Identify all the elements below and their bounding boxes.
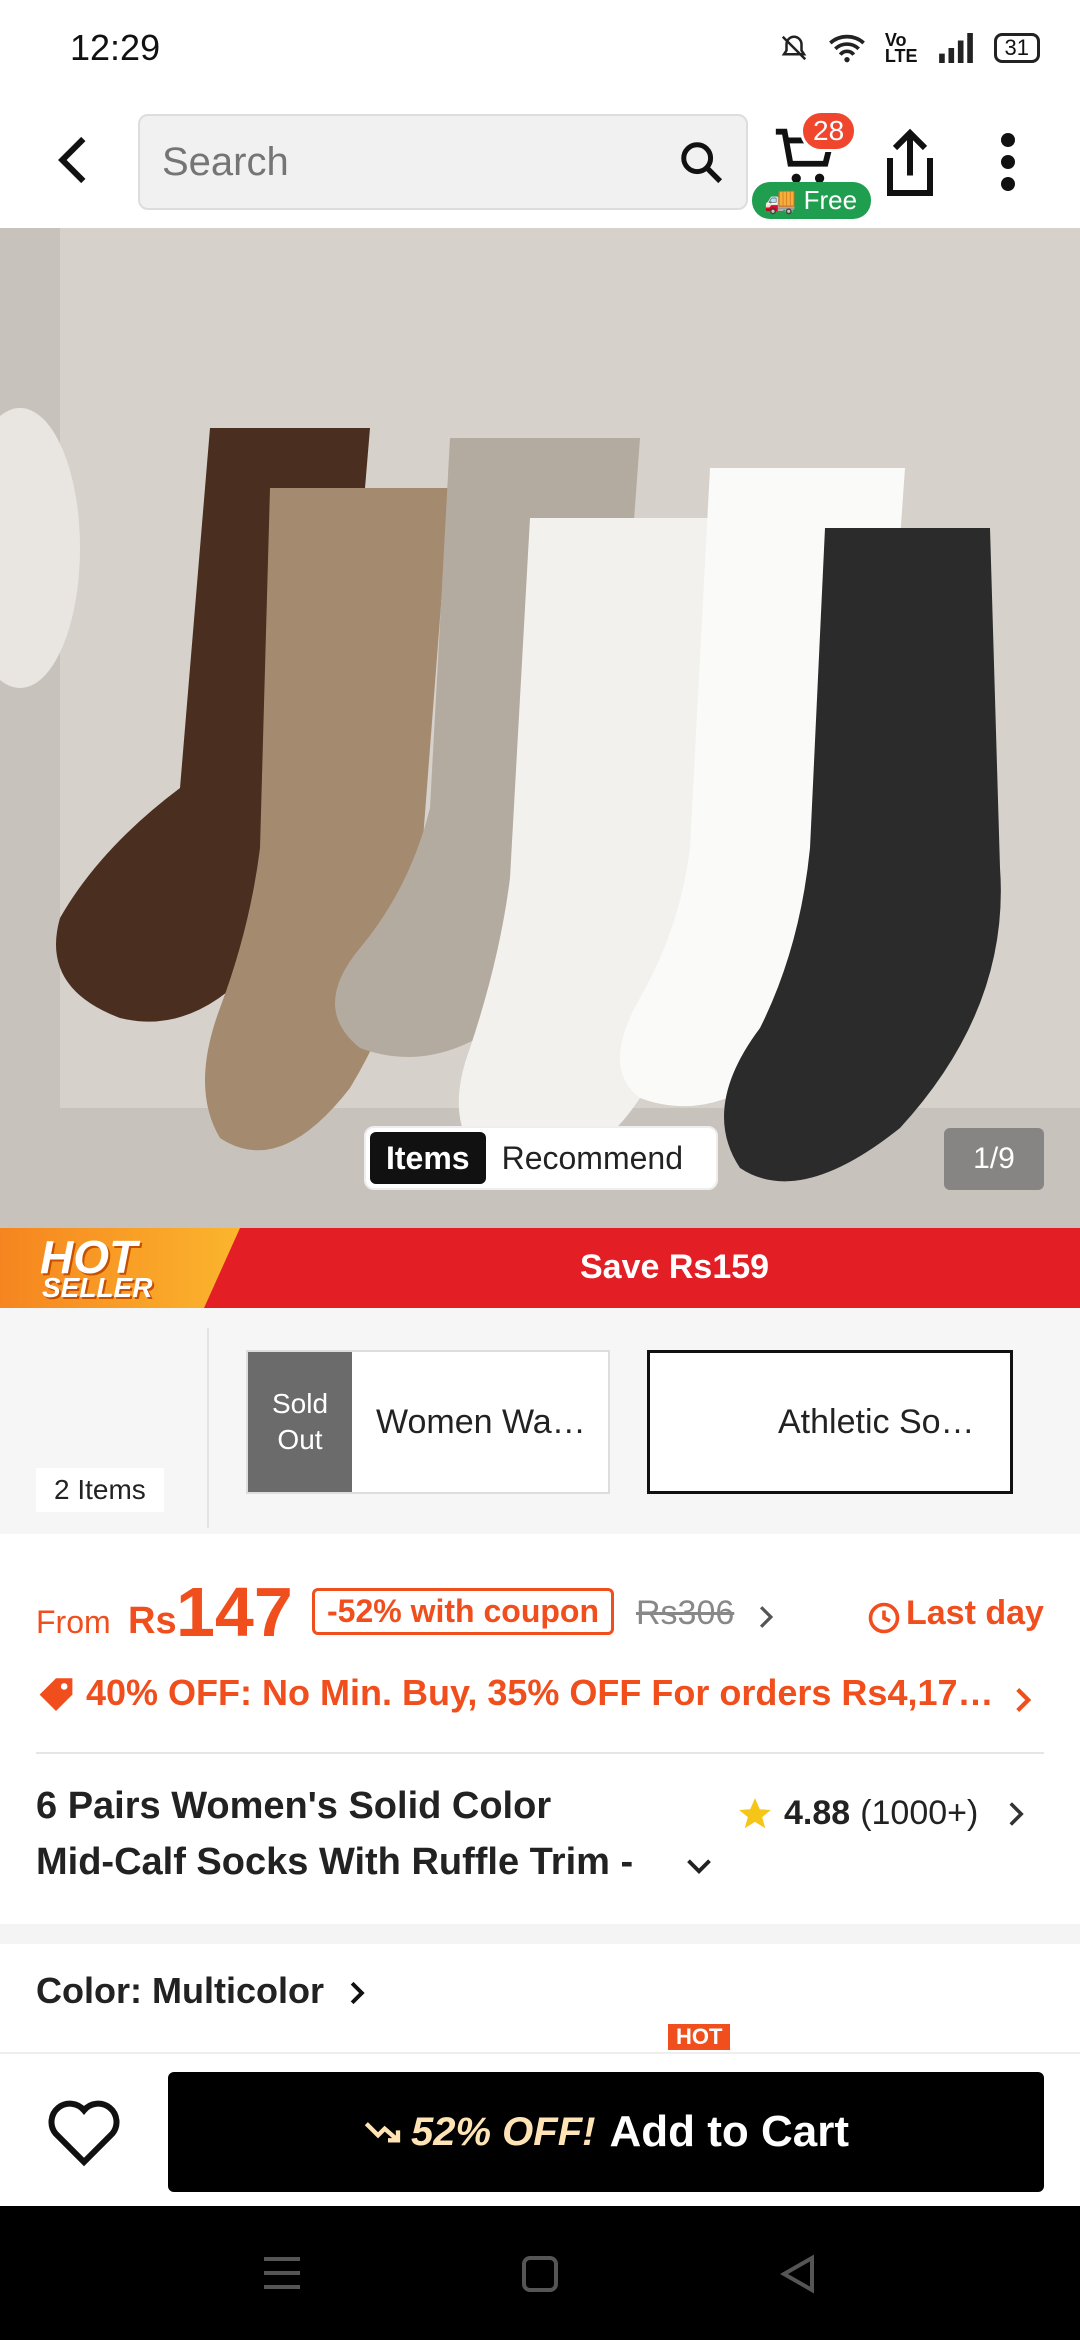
original-price[interactable]: Rs306 [636,1594,734,1633]
currency: Rs [128,1600,177,1642]
star-icon [739,1797,771,1828]
image-counter: 1/9 [944,1128,1044,1190]
product-page: 12:29 VoLTE 31 28 🚚 Free [0,0,1080,2340]
status-time: 12:29 [70,27,161,68]
tab-recommend[interactable]: Recommend [486,1132,699,1184]
cart-count-badge: 28 [800,110,858,152]
back-icon[interactable] [778,2254,818,2294]
review-count: (1000+) [860,1794,979,1832]
rating-value: 4.88 [784,1794,851,1832]
coupon-badge[interactable]: -52% with coupon [312,1588,614,1635]
sold-out-text: Sold Out [271,1388,329,1455]
bundle-item-name: Athletic So… [778,1402,975,1441]
hot-seller-tag: HOT SELLER [0,1228,240,1308]
tab-items[interactable]: Items [370,1132,486,1184]
chevron-right-icon[interactable] [756,1604,776,1630]
bundle-item-card[interactable]: Sold Out Women Wa… [246,1350,610,1494]
items-count: 2 Items [36,1468,164,1512]
discount-label: 52% OFF! [410,2109,596,2154]
heart-icon[interactable] [44,2092,124,2172]
bundle-items: 2 Items Sold Out Women Wa… Athletic So… [0,1308,1080,1534]
add-to-cart-label: Add to Cart [609,2107,849,2156]
color-swatches[interactable]: HOT [36,2024,1046,2050]
title-line-1: 6 Pairs Women's Solid Color [36,1785,552,1827]
status-bar: 12:29 Vo LTE 31 [0,0,1080,96]
promo-banner[interactable]: HOT SELLER Save Rs159 [0,1228,1080,1308]
add-to-cart-button[interactable]: 52% OFF! Add to Cart [168,2072,1044,2192]
offers-row[interactable]: 40% OFF: No Min. Buy, 35% OFF For orders… [36,1672,1046,1714]
divider [36,1752,1044,1754]
hot-swatch-tag: HOT [668,2024,731,2050]
seller-text: SELLER [42,1272,153,1303]
battery-indicator: 31 [993,33,1040,63]
sold-out-badge: Sold Out [248,1352,352,1492]
home-icon[interactable] [520,2254,560,2294]
bundle-item-name: Women Wa… [376,1402,586,1441]
chevron-down-icon[interactable] [685,1856,713,1876]
share-icon[interactable] [880,128,940,198]
search-box[interactable] [138,114,748,210]
color-label: Color: Multicolor [36,1970,324,2011]
volte-icon: Vo LTE [884,30,918,66]
offers-text: 40% OFF: No Min. Buy, 35% OFF For orders… [86,1672,994,1713]
title-line-2: Mid-Calf Socks With Ruffle Trim - [36,1841,634,1883]
product-image[interactable] [0,228,1080,1228]
sale-price: 147 [176,1573,293,1651]
menu-icon[interactable] [262,2254,302,2292]
product-title: 6 Pairs Women's Solid Color Mid-Calf Soc… [36,1778,726,1890]
bottom-action-bar: 52% OFF! Add to Cart [0,2052,1080,2206]
save-amount: Save Rs159 [580,1248,770,1286]
chevron-right-icon[interactable] [348,1980,366,2006]
socks-photo [0,228,1080,1228]
gallery-tabs: Items Recommend [364,1126,718,1190]
chevron-right-icon[interactable] [1006,1800,1026,1828]
chevron-right-icon[interactable] [1012,1686,1034,1714]
back-arrow-icon[interactable] [46,132,102,188]
search-input[interactable] [162,139,678,185]
deadline-label: Last day [906,1594,1044,1632]
top-nav: 28 🚚 Free [0,110,1080,219]
color-selector[interactable]: Color: Multicolor [36,1970,366,2012]
signal-icon [938,33,973,63]
price-section: From Rs 147 -52% with coupon Rs306 Last … [0,1534,1080,1924]
section-divider [0,1924,1080,1944]
search-icon[interactable] [678,139,724,185]
system-nav-bar [0,2206,1080,2340]
free-label: Free [803,185,858,215]
more-options-icon[interactable] [990,130,1026,194]
divider [207,1328,209,1528]
wifi-icon [828,34,865,63]
clock-icon [868,1602,900,1634]
trend-down-icon [364,2122,401,2143]
rating-summary[interactable]: 4.88 (1000+) [736,1794,1026,1833]
status-icons: Vo LTE 31 [779,30,1040,66]
free-shipping-badge: 🚚 Free [752,182,872,219]
bundle-item-card-selected[interactable]: Athletic So… [647,1350,1013,1494]
from-label: From [36,1604,111,1640]
mute-icon [781,35,807,61]
tag-icon [39,1678,73,1711]
